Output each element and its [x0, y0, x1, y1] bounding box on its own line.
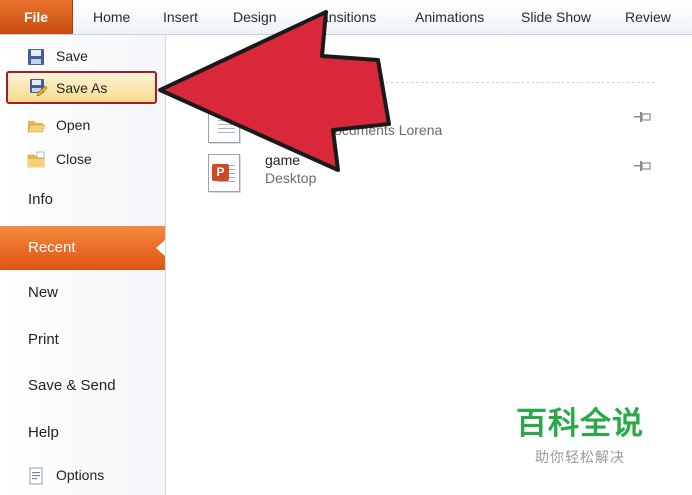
- recent-file-path: Documents Lorena: [324, 122, 443, 138]
- nav-new[interactable]: New: [0, 273, 165, 313]
- nav-print-label: Print: [28, 331, 59, 348]
- tab-transitions[interactable]: ansitions: [321, 0, 376, 34]
- open-folder-icon: [27, 121, 45, 133]
- save-as-label: Save As: [56, 80, 108, 96]
- recent-file-item[interactable]: Documents Lorena: [200, 103, 660, 147]
- options-label: Options: [56, 467, 105, 483]
- tab-home[interactable]: Home: [93, 0, 130, 34]
- save-as-icon: [30, 79, 47, 96]
- nav-recent-label: Recent: [28, 239, 76, 256]
- tab-insert[interactable]: Insert: [163, 0, 198, 34]
- tab-slide-show[interactable]: Slide Show: [521, 0, 591, 34]
- recent-file-item[interactable]: P game Desktop: [200, 152, 660, 196]
- tab-animations[interactable]: Animations: [415, 0, 484, 34]
- options-document-icon: [29, 467, 43, 485]
- backstage-nav: Save Save As Open Close Info Recent New …: [0, 35, 166, 495]
- open-command[interactable]: Open: [0, 111, 165, 141]
- tab-review[interactable]: Review: [625, 0, 671, 34]
- watermark-logo-text: 百科全说: [516, 406, 644, 441]
- nav-info[interactable]: Info: [0, 180, 165, 220]
- tab-design[interactable]: Design: [233, 0, 277, 34]
- pin-icon[interactable]: [634, 111, 652, 123]
- selection-notch: [156, 240, 165, 256]
- close-label: Close: [56, 151, 92, 167]
- ribbon-tab-bar: File Home Insert Design ansitions Animat…: [0, 0, 692, 35]
- nav-new-label: New: [28, 284, 59, 301]
- pin-icon[interactable]: [634, 160, 652, 172]
- save-command[interactable]: Save: [0, 42, 165, 72]
- tab-file[interactable]: File: [0, 0, 73, 34]
- close-folder-icon: [27, 151, 45, 168]
- close-command[interactable]: Close: [0, 145, 165, 175]
- nav-save-send[interactable]: Save & Send: [0, 366, 165, 406]
- options-command[interactable]: Options: [0, 461, 165, 491]
- save-as-command[interactable]: Save As: [6, 71, 157, 104]
- powerpoint-file-icon: P: [208, 154, 240, 192]
- floppy-disk-icon: [28, 49, 44, 65]
- save-label: Save: [56, 48, 88, 64]
- document-icon: [208, 105, 240, 143]
- nav-help-label: Help: [28, 424, 59, 441]
- open-label: Open: [56, 117, 91, 133]
- watermark-slogan: 助你轻松解决: [535, 449, 625, 465]
- watermark: 百科全说 助你轻松解决: [510, 398, 650, 467]
- nav-save-send-label: Save & Send: [28, 377, 116, 394]
- nav-help[interactable]: Help: [0, 413, 165, 453]
- nav-recent[interactable]: Recent: [0, 226, 165, 270]
- recent-separator: [195, 82, 655, 83]
- nav-print[interactable]: Print: [0, 320, 165, 360]
- nav-info-label: Info: [28, 191, 54, 208]
- powerpoint-badge: P: [212, 164, 229, 181]
- recent-file-name: game: [265, 152, 301, 168]
- recent-file-path: Desktop: [265, 170, 317, 186]
